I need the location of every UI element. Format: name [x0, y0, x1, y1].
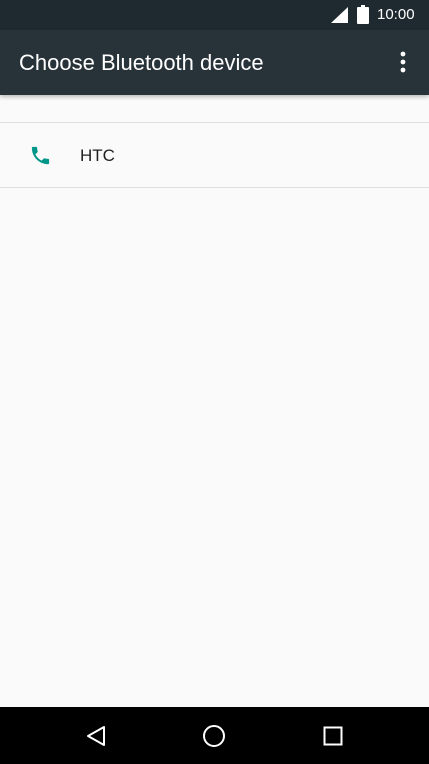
home-icon	[203, 725, 225, 747]
recents-icon	[323, 726, 343, 746]
status-bar: 10:00	[0, 0, 429, 30]
app-bar: Choose Bluetooth device	[0, 30, 429, 95]
back-button[interactable]	[81, 721, 111, 751]
device-item-htc[interactable]: HTC	[0, 123, 429, 187]
back-icon	[87, 726, 105, 746]
page-title: Choose Bluetooth device	[19, 50, 264, 75]
battery-icon	[357, 5, 369, 24]
status-time: 10:00	[377, 6, 415, 23]
device-name: HTC	[80, 146, 115, 165]
navigation-bar	[0, 707, 429, 764]
signal-icon	[331, 7, 348, 23]
recents-button[interactable]	[318, 721, 348, 751]
more-options-button[interactable]	[389, 47, 417, 77]
phone-icon	[31, 146, 50, 165]
home-button[interactable]	[199, 721, 229, 751]
list-divider-bottom	[0, 187, 429, 188]
more-vert-icon	[400, 51, 406, 73]
